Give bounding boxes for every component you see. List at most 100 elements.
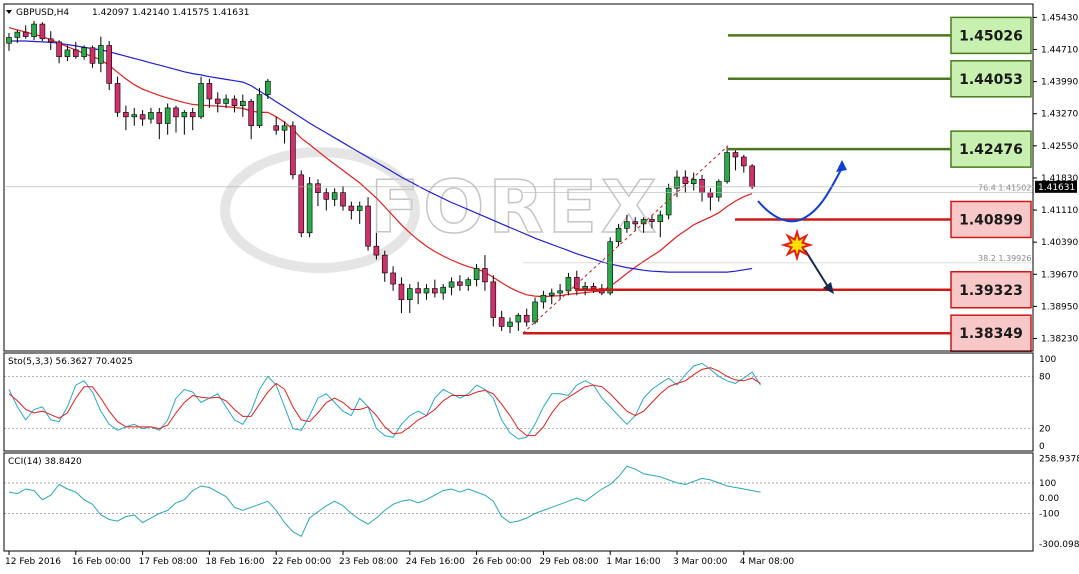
- candle-body-bear: [22, 31, 29, 37]
- resistance-level-label: 1.44053: [959, 72, 1023, 88]
- candle-body-bull: [548, 292, 555, 296]
- stochastic-pane-frame: [3, 352, 1034, 452]
- stochastic-label: Sto(5,3,3) 56.3627 70.4025: [8, 357, 133, 367]
- resistance-level-label: 1.42476: [959, 142, 1023, 158]
- time-tick-label: 1 Mar 16:00: [606, 557, 661, 567]
- price-tick-label: 1.39670: [1041, 270, 1078, 280]
- candle-body-bear: [740, 156, 747, 167]
- candle-body-bull: [64, 49, 71, 57]
- candle-body-bear: [398, 283, 405, 301]
- symbol-label: GBPUSD,H4: [16, 8, 69, 18]
- candle-body-bull: [615, 228, 622, 243]
- cci-label: CCI(14) 38.8420: [8, 457, 82, 467]
- candle-body-bear: [273, 125, 280, 131]
- support-level-label: 1.38349: [959, 326, 1023, 342]
- candle-body-bear: [139, 114, 146, 120]
- candle-body-bull: [448, 281, 455, 288]
- price-tick-label: 1.43270: [1041, 110, 1078, 120]
- time-tick-label: 22 Feb 00:00: [272, 557, 331, 567]
- forecast-down-arrowhead-icon: [823, 282, 834, 294]
- price-tick-label: 1.44710: [1041, 45, 1078, 55]
- cci-pane: CCI(14) 38.8420 258.9378 100 0.00 -100 -300.0…: [4, 455, 1079, 550]
- candle-body-bear: [390, 272, 396, 285]
- candle-body-bull: [657, 214, 664, 222]
- candle-body-bear: [749, 165, 755, 188]
- candle-body-bull: [540, 294, 547, 303]
- candle-body-bull: [81, 47, 87, 57]
- stochastic-tick-label: 0: [1039, 442, 1045, 452]
- candle-body-bull: [265, 80, 271, 95]
- candle-body-bull: [565, 277, 572, 292]
- stochastic-tick-label: 20: [1039, 425, 1051, 435]
- candle-body-bull: [557, 290, 563, 294]
- stochastic-pane: Sto(5,3,3) 56.3627 70.4025 100 80 20 0: [4, 355, 1056, 452]
- price-tick-label: 1.43990: [1041, 78, 1078, 88]
- candle-body-bear: [498, 317, 505, 327]
- chart-header: GBPUSD,H4 1.42097 1.42140 1.41575 1.4163…: [6, 8, 249, 18]
- candle-body-bear: [214, 98, 221, 104]
- candle-body-bear: [415, 288, 421, 294]
- candle-body-bull: [715, 181, 722, 198]
- price-tick-label: 1.40390: [1041, 238, 1078, 248]
- candle-body-bull: [6, 37, 12, 44]
- candle-body-bull: [256, 94, 263, 127]
- stochastic-tick-label: 100: [1039, 355, 1056, 365]
- stochastic-d-line: [8, 367, 761, 437]
- forecast-down-path: [804, 249, 831, 291]
- candle-body-bull: [423, 288, 430, 294]
- candle-body-bear: [632, 221, 639, 225]
- candle-body-bull: [331, 192, 338, 200]
- candle-body-bull: [406, 288, 413, 301]
- candle-body-bull: [473, 268, 480, 280]
- candle-body-bull: [440, 286, 447, 294]
- candle-body-bear: [315, 183, 321, 193]
- candle-body-bull: [164, 107, 171, 124]
- time-tick-label: 29 Feb 08:00: [539, 557, 598, 567]
- candle-body-bull: [532, 301, 538, 323]
- time-tick-label: 26 Feb 00:00: [473, 557, 532, 567]
- candle-body-bull: [306, 183, 313, 234]
- candle-body-bull: [582, 286, 588, 289]
- candle-body-bull: [223, 98, 229, 104]
- forex-chart: FOREX 1.450261.440531.424761.408991.3932…: [3, 3, 1079, 567]
- candle-body-bull: [14, 31, 21, 38]
- candle-body-bear: [123, 112, 129, 118]
- candle-body-bull: [240, 100, 246, 106]
- candle-body-bear: [323, 192, 330, 200]
- candle-body-bull: [281, 125, 288, 131]
- cci-pane-frame: [3, 452, 1034, 552]
- dropdown-triangle-icon[interactable]: [6, 10, 12, 14]
- candle-body-bear: [523, 315, 530, 323]
- candle-body-bear: [732, 152, 739, 158]
- candle-body-bear: [699, 178, 705, 193]
- price-tick-label: 1.42550: [1041, 142, 1078, 152]
- price-tick-label: 1.45430: [1041, 13, 1078, 23]
- candle-body-bull: [31, 23, 37, 37]
- forecast-arrows: [757, 160, 847, 294]
- support-level-label: 1.40899: [959, 212, 1023, 228]
- forecast-up-path: [757, 167, 843, 223]
- breakout-star-icon: [780, 228, 814, 262]
- candle-body-bear: [114, 83, 121, 113]
- candle-body-bull: [148, 112, 154, 120]
- candle-body-bear: [381, 254, 388, 274]
- candle-body-bear: [590, 286, 597, 289]
- time-tick-label: 4 Mar 08:00: [740, 557, 795, 567]
- candle-body-bull: [98, 45, 104, 64]
- fib-level-label: 38.2 1.39926: [978, 254, 1031, 263]
- time-tick-label: 24 Feb 16:00: [406, 557, 465, 567]
- candle-body-bear: [156, 112, 163, 124]
- candle-body-bear: [348, 205, 355, 211]
- candle-body-bear: [89, 47, 96, 64]
- candle-body-bull: [131, 114, 138, 118]
- resistance-level-label: 1.45026: [959, 28, 1023, 44]
- time-tick-label: 12 Feb 2016: [5, 557, 61, 567]
- candle-body-bear: [106, 45, 112, 84]
- time-tick-label: 17 Feb 08:00: [139, 557, 198, 567]
- candle-body-bear: [457, 281, 463, 286]
- time-tick-label: 18 Feb 16:00: [205, 557, 264, 567]
- candle-body-bull: [507, 321, 513, 327]
- price-tick-label: 1.38230: [1041, 335, 1078, 345]
- candle-body-bull: [198, 83, 204, 118]
- cci-tick-label: 0.00: [1039, 494, 1059, 504]
